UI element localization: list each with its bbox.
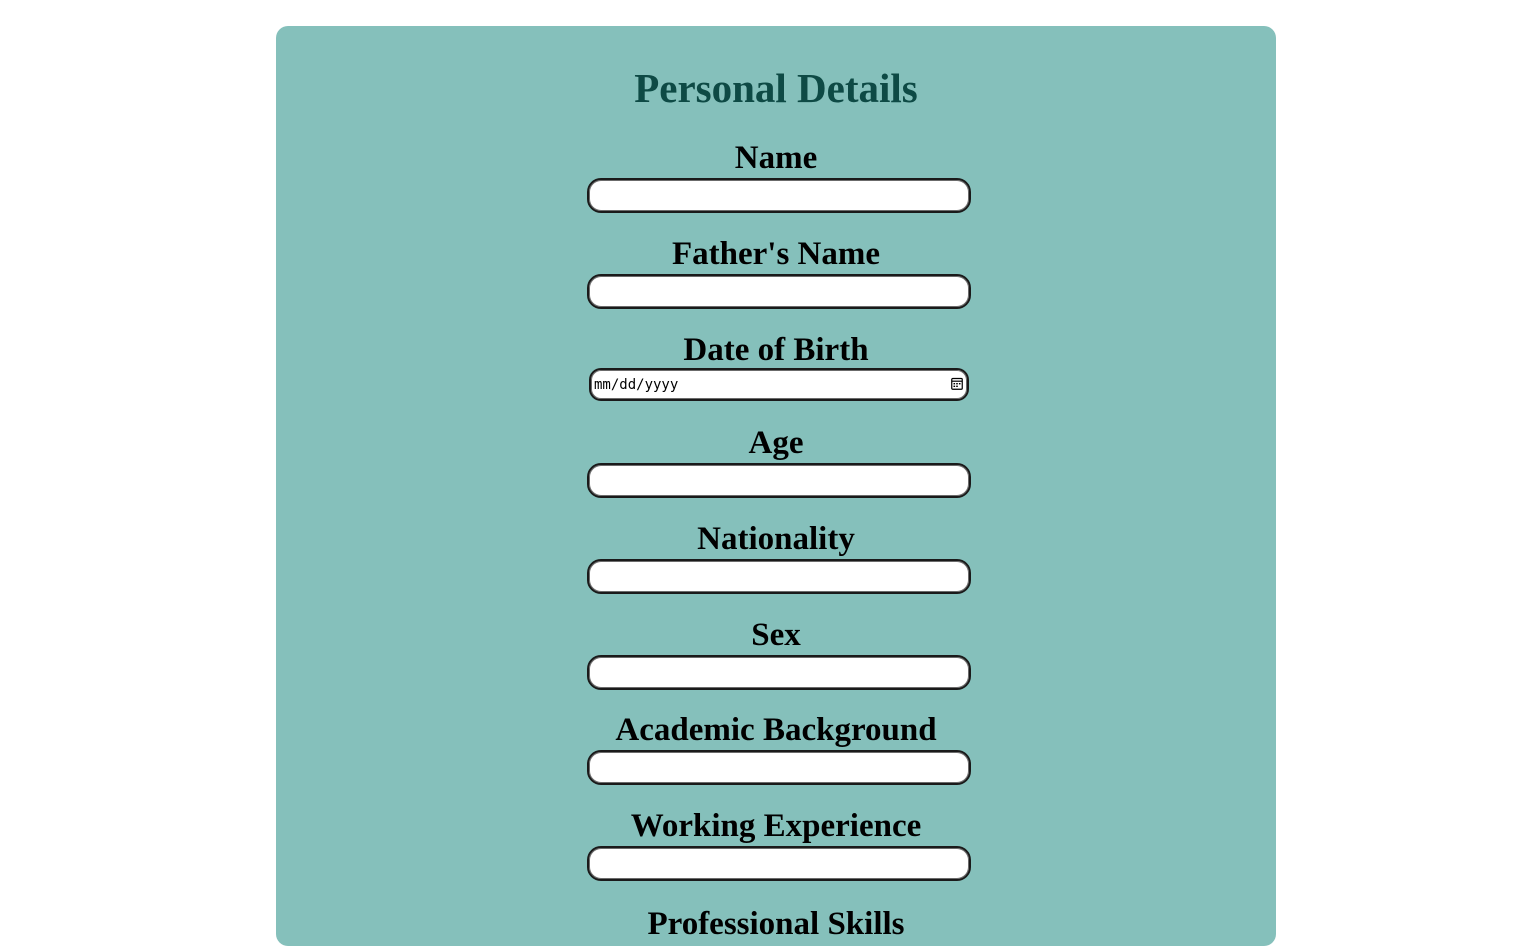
- page-title: Personal Details: [634, 65, 918, 111]
- name-input[interactable]: [589, 180, 969, 211]
- professional-skills-label: Professional Skills: [647, 906, 905, 942]
- age-input-box[interactable]: [587, 463, 971, 498]
- working-experience-input[interactable]: [589, 848, 969, 879]
- nationality-input[interactable]: [589, 561, 969, 592]
- sex-label: Sex: [751, 617, 801, 653]
- age-input[interactable]: [589, 465, 969, 496]
- age-field-group: Age: [276, 425, 1276, 498]
- academic-background-field-group: Academic Background: [276, 712, 1276, 785]
- academic-background-input[interactable]: [589, 752, 969, 783]
- fathers-name-input-box[interactable]: [587, 274, 971, 309]
- personal-details-card: Personal Details Name Father's Name Date…: [276, 26, 1276, 946]
- fathers-name-input[interactable]: [589, 276, 969, 307]
- sex-field-group: Sex: [276, 617, 1276, 690]
- sex-input-box[interactable]: [587, 655, 971, 690]
- academic-background-label: Academic Background: [615, 712, 937, 748]
- nationality-field-group: Nationality: [276, 521, 1276, 594]
- date-of-birth-input[interactable]: mm/dd/yyyy: [589, 368, 969, 401]
- fathers-name-label: Father's Name: [671, 236, 881, 272]
- name-label: Name: [734, 140, 818, 176]
- date-placeholder: mm/dd/yyyy: [594, 377, 679, 393]
- calendar-icon[interactable]: [951, 377, 963, 390]
- nationality-label: Nationality: [697, 521, 855, 557]
- date-of-birth-field-group: Date of Birth mm/dd/yyyy: [276, 332, 1276, 401]
- fathers-name-field-group: Father's Name: [276, 236, 1276, 309]
- date-of-birth-label: Date of Birth: [683, 332, 869, 368]
- nationality-input-box[interactable]: [587, 559, 971, 594]
- working-experience-input-box[interactable]: [587, 846, 971, 881]
- working-experience-label: Working Experience: [630, 808, 922, 844]
- academic-background-input-box[interactable]: [587, 750, 971, 785]
- name-field-group: Name: [276, 140, 1276, 213]
- sex-input[interactable]: [589, 657, 969, 688]
- age-label: Age: [748, 425, 804, 461]
- working-experience-field-group: Working Experience: [276, 808, 1276, 881]
- name-input-box[interactable]: [587, 178, 971, 213]
